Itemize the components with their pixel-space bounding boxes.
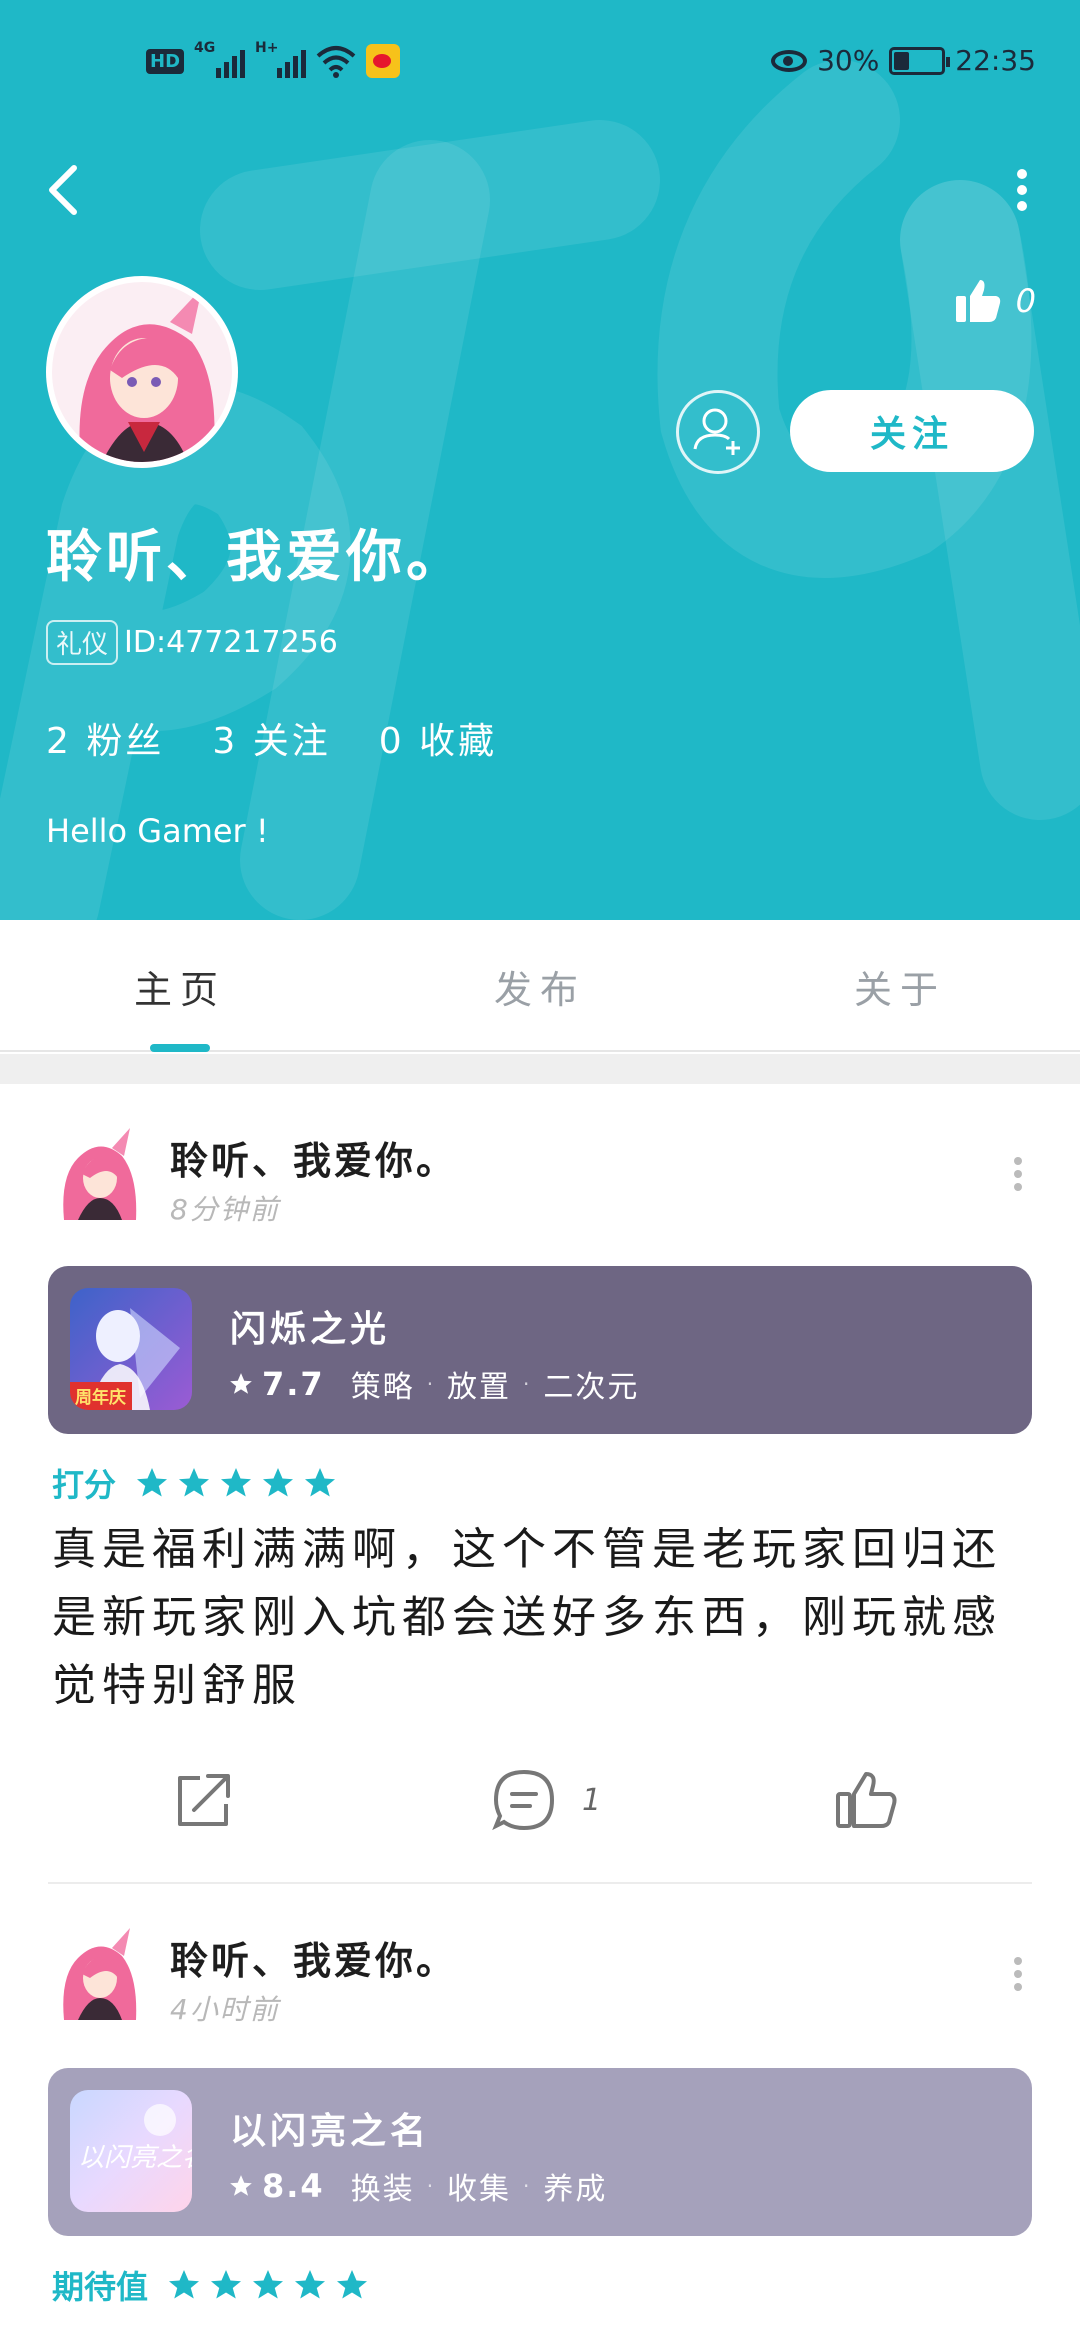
hd-voice-icon: HD [146, 48, 185, 74]
comment-button[interactable]: 1 [492, 1768, 601, 1832]
post-time: 4小时前 [170, 1993, 280, 2026]
like-button[interactable] [834, 1768, 898, 1832]
star-icon [137, 1468, 168, 1497]
game-tag: 放置 [447, 1370, 512, 1405]
game-card[interactable]: 以闪亮之名 以闪亮之名 8.4 换装 · 收集 · 养成 [48, 2068, 1032, 2236]
rating-row: 期待值 [52, 2262, 370, 2308]
like-count: 0 [1015, 282, 1036, 320]
avatar[interactable] [46, 276, 238, 468]
profile-stats: 2 粉丝 3 关注 0 收藏 [46, 712, 497, 764]
rating-stars [134, 1465, 338, 1501]
game-tag: 二次元 [543, 1370, 640, 1405]
rating-label: 打分 [52, 1466, 117, 1504]
game-meta: 7.7 策略 · 放置 · 二次元 [228, 1362, 639, 1406]
avatar-image [52, 282, 232, 462]
tab-bar: 主页 发布 关于 [0, 920, 1080, 1052]
title-badge: 礼仪 [46, 620, 119, 665]
profile-bio: Hello Gamer ! [46, 812, 269, 850]
profile-header: HD 4G H+ 30% 22:35 0 关注 聆听、我爱你。 礼仪 ID:47… [0, 0, 1080, 920]
game-score: 8.4 [262, 2167, 325, 2205]
share-button[interactable] [172, 1768, 236, 1832]
post-avatar[interactable] [56, 1926, 142, 2020]
stat-favorites[interactable]: 0 收藏 [379, 712, 497, 764]
signal-icon-2: H+ [255, 40, 307, 78]
post-more-icon[interactable] [1012, 1956, 1024, 1992]
star-icon [305, 1468, 336, 1497]
battery-percent: 30% [817, 44, 880, 77]
comment-count: 1 [582, 1782, 602, 1818]
tab-posts[interactable]: 发布 [360, 920, 720, 1052]
star-icon [179, 1468, 210, 1497]
post-avatar-image [63, 1128, 137, 1220]
post-divider [48, 1882, 1032, 1884]
post-avatar-image [63, 1928, 137, 2020]
follow-button[interactable]: 关注 [790, 390, 1034, 472]
add-friend-button[interactable] [676, 390, 760, 474]
id-row: 礼仪 ID:477217256 [46, 620, 338, 665]
more-vertical-icon[interactable] [1014, 168, 1030, 212]
game-score: 7.7 [262, 1365, 325, 1403]
status-bar: HD 4G H+ 30% 22:35 [0, 30, 1080, 100]
star-icon [253, 2270, 284, 2299]
thumbs-up-icon [955, 280, 1000, 322]
tab-home[interactable]: 主页 [0, 920, 360, 1052]
section-gap [0, 1054, 1080, 1084]
eye-comfort-icon [771, 49, 808, 72]
post-author[interactable]: 聆听、我爱你。 [170, 1930, 457, 1985]
star-icon [211, 2270, 242, 2299]
tab-indicator [150, 1044, 210, 1052]
svg-text:周年庆: 周年庆 [75, 1387, 126, 1408]
game-name: 以闪亮之名 [230, 2111, 431, 2152]
weibo-icon [366, 44, 401, 78]
wifi-icon [316, 46, 356, 78]
game-icon: 周年庆 [70, 1288, 192, 1410]
svg-text:以闪亮之名: 以闪亮之名 [78, 2143, 192, 2173]
star-icon [337, 2270, 368, 2299]
profile-like[interactable]: 0 [954, 278, 1036, 324]
rating-stars [166, 2267, 370, 2303]
game-tag: 换装 [350, 2172, 415, 2207]
game-icon-image: 周年庆 [70, 1288, 192, 1410]
thumbs-up-outline-icon [836, 1772, 897, 1828]
post-time: 8分钟前 [170, 1193, 280, 1226]
post-actions: 1 [0, 1768, 1080, 1848]
game-icon-image: 以闪亮之名 [70, 2090, 192, 2212]
star-icon [295, 2270, 326, 2299]
profile-username: 聆听、我爱你。 [46, 525, 466, 590]
back-arrow-icon[interactable] [40, 160, 90, 220]
star-icon [169, 2270, 200, 2299]
tab-about[interactable]: 关于 [720, 920, 1080, 1052]
game-tag: 收集 [447, 2172, 512, 2207]
post-more-icon[interactable] [1012, 1156, 1024, 1192]
game-tag: 养成 [543, 2172, 608, 2207]
rating-row: 打分 [52, 1460, 338, 1506]
share-icon [178, 1774, 230, 1826]
post-avatar[interactable] [56, 1126, 142, 1220]
battery-icon [889, 46, 951, 75]
add-user-icon [693, 408, 740, 455]
game-tag: 策略 [350, 1370, 415, 1405]
game-icon: 以闪亮之名 [70, 2090, 192, 2212]
rating-label: 期待值 [52, 2268, 149, 2306]
score-star-icon [230, 1373, 252, 1394]
stat-followers[interactable]: 2 粉丝 [46, 712, 164, 764]
game-meta: 8.4 换装 · 收集 · 养成 [228, 2164, 607, 2208]
star-icon [263, 1468, 294, 1497]
post-author[interactable]: 聆听、我爱你。 [170, 1130, 457, 1185]
stat-following[interactable]: 3 关注 [212, 712, 330, 764]
signal-icon-1: 4G [194, 40, 246, 78]
score-star-icon [230, 2175, 252, 2196]
comment-icon [492, 1769, 555, 1831]
game-name: 闪烁之光 [230, 1309, 391, 1350]
star-icon [221, 1468, 252, 1497]
clock: 22:35 [955, 44, 1036, 77]
game-card[interactable]: 周年庆 闪烁之光 7.7 策略 · 放置 · 二次元 [48, 1266, 1032, 1434]
post-body[interactable]: 真是福利满满啊，这个不管是老玩家回归还是新玩家刚入坑都会送好多东西，刚玩就感觉特… [52, 1516, 1042, 1720]
user-id: ID:477217256 [124, 625, 338, 660]
